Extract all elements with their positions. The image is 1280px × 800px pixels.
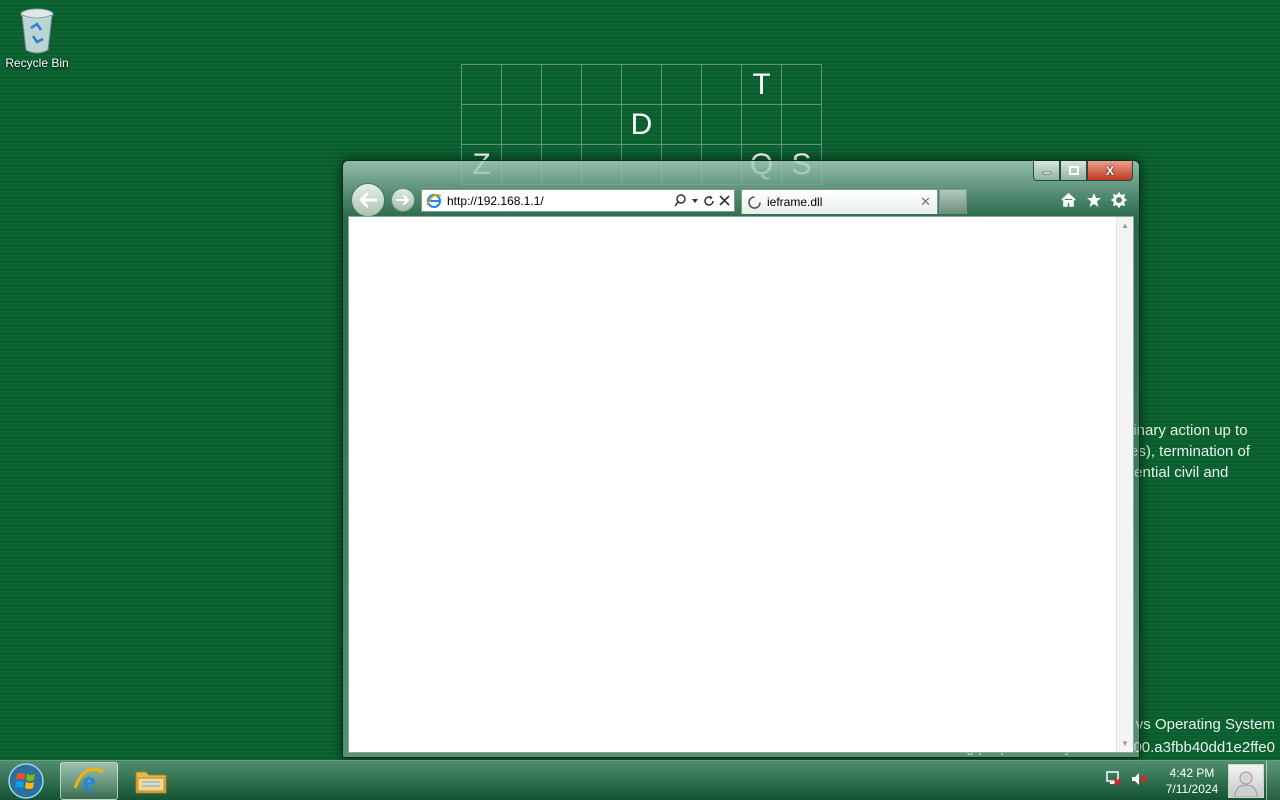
back-button[interactable] xyxy=(351,183,385,217)
start-button[interactable] xyxy=(4,761,48,800)
volume-muted-icon[interactable] xyxy=(1130,770,1148,793)
wallpaper-tile xyxy=(702,65,742,105)
windows-logo-icon xyxy=(8,763,44,799)
show-desktop-button[interactable] xyxy=(1266,761,1280,800)
gear-icon[interactable] xyxy=(1110,191,1127,208)
wallpaper-tile xyxy=(502,105,542,145)
wallpaper-tile xyxy=(662,65,702,105)
policy-line: es), termination of xyxy=(1130,443,1251,460)
internet-explorer-window[interactable]: X http://192.168.1.1/ ieframe.dll ✕ ▲ ▼ xyxy=(342,160,1140,758)
forward-arrow-icon xyxy=(396,195,410,205)
loading-spinner-icon xyxy=(748,195,761,209)
taskbar-internet-explorer[interactable]: e xyxy=(60,762,118,800)
policy-line: tential civil and xyxy=(1130,464,1229,481)
wallpaper-tile xyxy=(542,65,582,105)
close-button[interactable]: X xyxy=(1087,161,1133,181)
wallpaper-tile xyxy=(662,105,702,145)
minimize-button[interactable] xyxy=(1033,161,1060,181)
home-icon[interactable] xyxy=(1060,191,1077,208)
vertical-scrollbar[interactable]: ▲ ▼ xyxy=(1116,217,1133,752)
stop-icon[interactable] xyxy=(719,195,730,206)
wallpaper-tile xyxy=(542,105,582,145)
recycle-bin-shortcut[interactable]: Recycle Bin xyxy=(4,6,70,70)
internet-explorer-icon: e xyxy=(73,766,104,796)
wallpaper-policy-text: linary action up to es), termination of … xyxy=(1130,420,1264,483)
wallpaper-tile: T xyxy=(742,65,782,105)
taskbar: e 4:42 PM 7/11/2024 xyxy=(0,760,1280,800)
policy-line: linary action up to xyxy=(1130,422,1248,439)
minimize-icon xyxy=(1042,171,1051,174)
clock-time: 4:42 PM xyxy=(1169,766,1215,780)
wallpaper-tile xyxy=(782,65,822,105)
command-icons xyxy=(1060,191,1127,208)
tab-close-icon[interactable]: ✕ xyxy=(920,194,931,210)
wallpaper-tile: D xyxy=(622,105,662,145)
close-icon: X xyxy=(1105,163,1114,178)
system-tray xyxy=(1104,761,1148,800)
wallpaper-tile xyxy=(462,105,502,145)
search-icon[interactable] xyxy=(674,194,687,207)
wallpaper-tile xyxy=(622,65,662,105)
maximize-button[interactable] xyxy=(1060,161,1087,181)
user-icon xyxy=(1234,771,1258,797)
clock[interactable]: 4:42 PM 7/11/2024 xyxy=(1158,765,1226,797)
window-controls: X xyxy=(1033,161,1133,182)
wallpaper-tile xyxy=(782,105,822,145)
wallpaper-tile xyxy=(582,65,622,105)
user-avatar[interactable] xyxy=(1228,764,1264,798)
dropdown-arrow-icon[interactable] xyxy=(691,198,699,204)
wallpaper-tile xyxy=(502,65,542,105)
taskbar-file-explorer[interactable] xyxy=(122,762,180,800)
scroll-down-icon[interactable]: ▼ xyxy=(1117,735,1133,752)
new-tab-button[interactable] xyxy=(939,189,967,214)
recycle-bin-label: Recycle Bin xyxy=(5,56,69,70)
recycle-bin-icon xyxy=(20,8,54,54)
tab-ieframe[interactable]: ieframe.dll ✕ xyxy=(741,189,938,214)
wallpaper-os-text: vs Operating System xyxy=(1135,716,1275,733)
refresh-icon[interactable] xyxy=(703,195,715,207)
maximize-icon xyxy=(1068,165,1079,175)
wallpaper-tile xyxy=(742,105,782,145)
favorites-star-icon[interactable] xyxy=(1085,191,1102,208)
page-content-area[interactable]: ▲ ▼ xyxy=(348,216,1134,753)
url-input[interactable] xyxy=(447,193,674,208)
forward-button[interactable] xyxy=(391,188,415,212)
ie-page-icon xyxy=(426,193,442,208)
address-bar[interactable] xyxy=(421,189,735,212)
tab-label: ieframe.dll xyxy=(767,195,823,209)
folder-icon xyxy=(135,771,167,794)
network-status-icon[interactable] xyxy=(1104,770,1122,793)
wallpaper-tile xyxy=(462,65,502,105)
back-arrow-icon xyxy=(359,192,378,208)
wallpaper-tile xyxy=(582,105,622,145)
scroll-up-icon[interactable]: ▲ xyxy=(1117,217,1133,234)
clock-date: 7/11/2024 xyxy=(1165,782,1219,796)
wallpaper-tile xyxy=(702,105,742,145)
